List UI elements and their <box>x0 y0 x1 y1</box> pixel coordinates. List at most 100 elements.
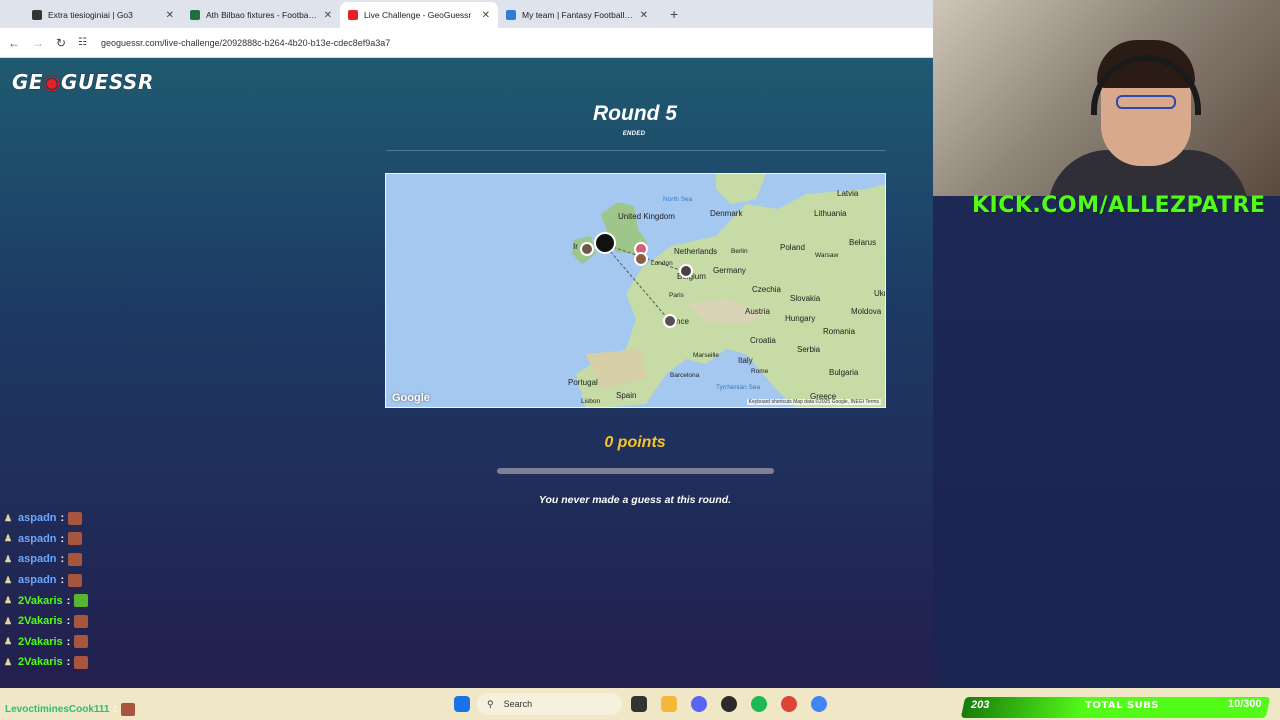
map-country-label: Italy <box>738 356 753 365</box>
chat-colon: : <box>60 532 65 545</box>
points-progress-bar <box>497 468 774 474</box>
new-tab-button[interactable]: + <box>670 6 678 22</box>
browser-tab[interactable]: Live Challenge - GeoGuessr ✕ <box>340 2 498 28</box>
url-text[interactable]: geoguessr.com/live-challenge/2092888c-b2… <box>101 38 390 48</box>
subs-goal: 10/300 <box>1228 698 1262 710</box>
search-label: Search <box>503 699 533 709</box>
chrome-profile-icon[interactable] <box>811 696 827 712</box>
chat-badge-icon: ♟ <box>3 595 13 606</box>
map-attribution[interactable]: Keyboard shortcuts Map data ©2025 Google… <box>746 399 881 405</box>
chat-emote <box>68 532 83 546</box>
chat-message: ♟ 2Vakaris: <box>2 652 222 673</box>
map-city-label: Lisbon <box>581 398 601 405</box>
chat-badge-icon: ♟ <box>3 533 13 544</box>
back-icon[interactable]: ← <box>8 36 20 50</box>
chat-emote <box>74 594 89 608</box>
map-country-label: Slovakia <box>790 294 821 303</box>
chat-message: ♟ 2Vakaris: <box>2 611 222 632</box>
tab-favicon-icon <box>32 10 42 20</box>
map-country-label: Denmark <box>710 209 743 218</box>
chat-colon: : <box>66 656 71 669</box>
tab-title: Live Challenge - GeoGuessr <box>364 10 472 20</box>
chat-colon: : <box>66 615 71 628</box>
browser-tab[interactable]: My team | Fantasy Football | UE ✕ <box>498 2 656 28</box>
player-marker[interactable] <box>663 314 677 328</box>
chat-colon: : <box>60 553 65 566</box>
chat-username: 2Vakaris <box>18 594 63 607</box>
map-country-label: Romania <box>823 327 856 336</box>
taskbar-search[interactable]: ⚲ Search <box>477 693 622 715</box>
tab-close-icon[interactable]: ✕ <box>166 10 174 21</box>
map-sea-label: Tyrrhenian Sea <box>716 384 761 391</box>
file-explorer-icon[interactable] <box>661 696 677 712</box>
tab-title: Extra tiesioginiai | Go3 <box>48 10 133 20</box>
chat-message: ♟ 2Vakaris: <box>2 632 222 653</box>
player-marker[interactable] <box>634 252 648 266</box>
chat-colon: : <box>60 512 65 525</box>
browser-tab[interactable]: Ath Bilbao fixtures - Football, S ✕ <box>182 2 340 28</box>
map-country-label: Lithuania <box>814 209 847 218</box>
chat-bottom-colon: : <box>113 704 117 715</box>
app-icon[interactable] <box>721 696 737 712</box>
tab-favicon-icon <box>506 10 516 20</box>
search-icon: ⚲ <box>487 698 494 709</box>
chat-emote <box>68 573 83 587</box>
chat-emote <box>74 614 89 628</box>
chat-username: aspadn <box>18 512 57 525</box>
chat-username: 2Vakaris <box>18 615 63 628</box>
windows-start-icon[interactable] <box>454 696 470 712</box>
tab-close-icon[interactable]: ✕ <box>324 10 332 21</box>
map-country-label: Netherlands <box>674 247 718 256</box>
map-city-label: Rome <box>751 368 769 375</box>
geoguessr-logo[interactable]: GE◉GUESSR <box>12 70 154 94</box>
correct-location-marker[interactable] <box>594 232 616 254</box>
logo-right-text: GUESSR <box>61 70 154 94</box>
forward-icon[interactable]: → <box>32 36 44 50</box>
chat-message: ♟ 2Vakaris: <box>2 590 222 611</box>
chat-message: ♟ aspadn: <box>2 508 222 529</box>
chat-badge-icon: ♟ <box>3 574 13 585</box>
google-logo: Google <box>392 392 430 404</box>
site-info-icon[interactable]: ☷ <box>78 37 87 48</box>
map-country-label: Poland <box>780 243 805 252</box>
map-sea-label: North Sea <box>663 196 693 203</box>
player-marker[interactable] <box>580 242 594 256</box>
map-city-label: Berlin <box>731 248 748 255</box>
chat-username: aspadn <box>18 574 57 587</box>
player-marker[interactable] <box>679 264 693 278</box>
map-country-label: Belarus <box>849 238 877 247</box>
chat-badge-icon: ♟ <box>3 553 13 564</box>
map-city-label: Barcelona <box>670 372 700 379</box>
map-country-label: Moldova <box>851 307 882 316</box>
task-view-icon[interactable] <box>631 696 647 712</box>
tab-title: Ath Bilbao fixtures - Football, S <box>206 10 318 20</box>
map-land <box>572 174 885 407</box>
chat-badge-icon: ♟ <box>3 512 13 523</box>
chrome-icon[interactable] <box>781 696 797 712</box>
glasses-icon <box>1116 95 1176 109</box>
map-city-label: London <box>651 260 673 267</box>
tab-close-icon[interactable]: ✕ <box>640 10 648 21</box>
map-country-label: Germany <box>713 266 746 275</box>
reload-icon[interactable]: ↻ <box>56 36 66 50</box>
discord-icon[interactable] <box>691 696 707 712</box>
result-map[interactable]: United Kingdom Ir Netherlands Belgium German… <box>385 173 886 408</box>
browser-tab[interactable]: Extra tiesioginiai | Go3 ✕ <box>24 2 182 28</box>
map-country-label: Czechia <box>752 285 781 294</box>
chat-message: ♟ aspadn: <box>2 570 222 591</box>
map-city-label: Paris <box>669 292 684 299</box>
tab-favicon-icon <box>190 10 200 20</box>
chat-bottom-username: LevoctiminesCook111 <box>5 704 110 715</box>
tab-close-icon[interactable]: ✕ <box>482 10 490 21</box>
map-country-label: United Kingdom <box>618 212 675 221</box>
chat-badge-icon: ♟ <box>3 656 13 667</box>
chat-badge-icon: ♟ <box>3 636 13 647</box>
chat-username: aspadn <box>18 532 57 545</box>
tab-title: My team | Fantasy Football | UE <box>522 10 634 20</box>
map-city-label: Warsaw <box>815 252 839 259</box>
chat-username: 2Vakaris <box>18 656 63 669</box>
map-country-label: Latvia <box>837 189 859 198</box>
chat-badge-icon: ♟ <box>3 615 13 626</box>
chat-message: ♟ aspadn: <box>2 549 222 570</box>
spotify-icon[interactable] <box>751 696 767 712</box>
